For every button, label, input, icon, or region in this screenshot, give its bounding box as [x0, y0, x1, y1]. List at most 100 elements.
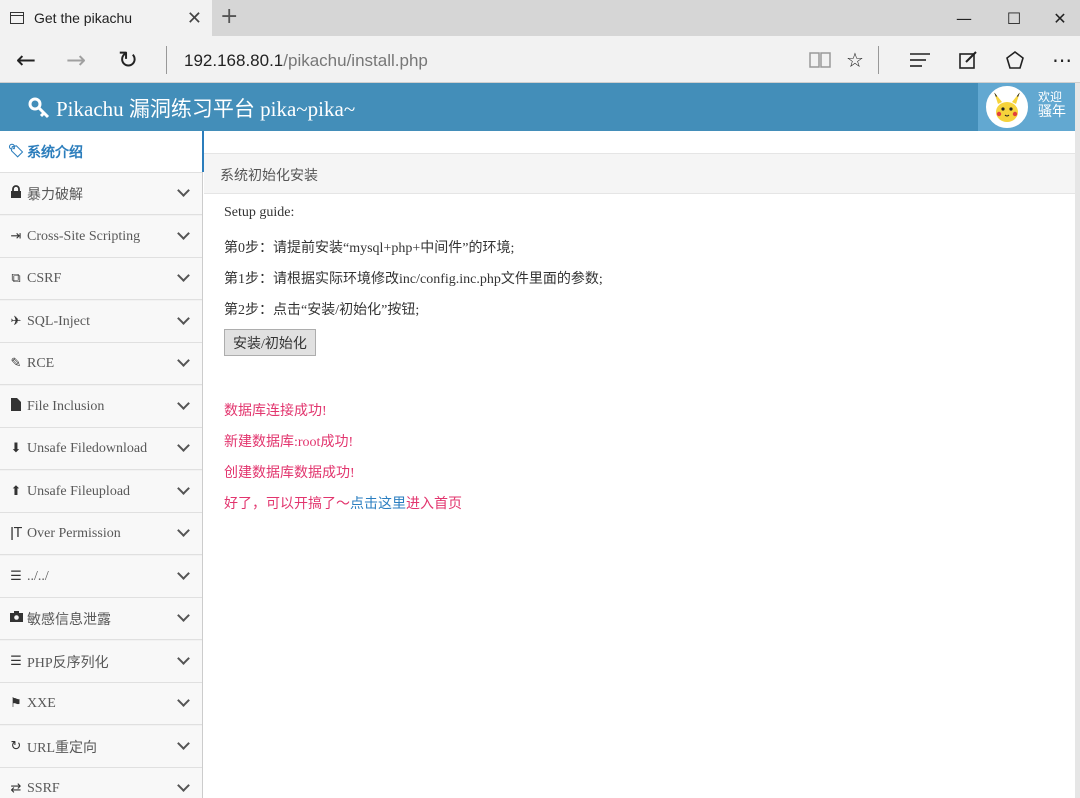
chevron-down-icon [177, 227, 190, 240]
site-title[interactable]: Pikachu 漏洞练习平台 pika~pika~ [28, 93, 355, 123]
setup-step-1: 第1步：请根据实际环境修改inc/config.inc.php文件里面的参数; [224, 272, 603, 287]
chevron-down-icon [177, 779, 190, 792]
sidebar-item-over-permission[interactable]: ǀT Over Permission [0, 513, 202, 555]
user-menu[interactable]: 欢迎 骚年 [978, 83, 1075, 131]
sidebar-item-php-unserialize[interactable]: ☰ PHP反序列化 [0, 641, 202, 683]
minimize-icon[interactable]: — [940, 0, 988, 36]
download-circle-icon: ⬇ [10, 441, 22, 456]
chevron-down-icon [177, 184, 190, 197]
upload-circle-icon: ⬆ [10, 484, 22, 499]
breadcrumb: 系统初始化安装 [204, 153, 1075, 194]
address-toolbar: ← → ↻ 192.168.80.1/pikachu/install.php ☆… [0, 36, 1080, 83]
url-host: 192.168.80.1 [184, 51, 284, 70]
sidebar-item-url-redirect[interactable]: ↻ URL重定向 [0, 726, 202, 768]
chevron-down-icon [177, 524, 190, 537]
site-header: Pikachu 漏洞练习平台 pika~pika~ 欢迎 骚年 [0, 83, 1075, 131]
chevron-down-icon [177, 354, 190, 367]
forward-arrow-icon[interactable]: → [52, 36, 100, 83]
sidebar-item-label: RCE [27, 355, 55, 371]
close-tab-icon[interactable]: ✕ [187, 8, 202, 29]
breadcrumb-text: 系统初始化安装 [220, 169, 318, 184]
align-justify-icon: ☰ [10, 654, 22, 669]
chevron-down-icon [177, 694, 190, 707]
db-create-message: 新建数据库:root成功! [224, 435, 354, 450]
sidebar-item-dir-traversal[interactable]: ☰ ../../ [0, 556, 202, 598]
sidebar-item-rce[interactable]: ✎ RCE [0, 343, 202, 385]
refresh-icon: ↻ [10, 739, 22, 754]
ready-suffix: 进入首页 [406, 497, 462, 512]
setup-step-2: 第2步：点击“安装/初始化”按钮; [224, 303, 420, 318]
chevron-down-icon [177, 269, 190, 282]
sidebar-item-label: ../../ [27, 568, 49, 584]
toolbar-divider [878, 46, 879, 74]
chevron-down-icon [177, 439, 190, 452]
hub-icon[interactable] [900, 36, 940, 83]
camera-icon [7, 611, 25, 626]
sidebar-item-label: SQL-Inject [27, 313, 90, 329]
share-icon[interactable] [995, 36, 1035, 83]
sidebar-item-xss[interactable]: ⇥ Cross-Site Scripting [0, 216, 202, 258]
tab-page-icon [10, 12, 24, 24]
sidebar-item-label: PHP反序列化 [27, 655, 109, 671]
address-field[interactable]: 192.168.80.1/pikachu/install.php [184, 51, 428, 71]
ready-message: 好了，可以开搞了～点击这里进入首页 [224, 493, 462, 513]
tab-title: Get the pikachu [34, 10, 133, 26]
external-link-icon: ⧉ [11, 271, 21, 286]
browser-tab[interactable]: Get the pikachu ✕ [0, 0, 212, 36]
browser-tab-bar: Get the pikachu ✕ + — ☐ ✕ [0, 0, 1080, 36]
sidebar-item-unsafe-filedownload[interactable]: ⬇ Unsafe Filedownload [0, 428, 202, 470]
address-divider [166, 46, 167, 74]
setup-guide-heading: Setup guide: [224, 205, 295, 220]
fighter-jet-icon: ✈ [10, 314, 22, 329]
chevron-down-icon [177, 482, 190, 495]
pencil-icon: ✎ [10, 356, 22, 371]
web-note-icon[interactable] [948, 36, 988, 83]
home-link[interactable]: 点击这里 [350, 497, 406, 512]
sidebar-item-sql-inject[interactable]: ✈ SQL-Inject [0, 301, 202, 343]
chevron-down-icon [177, 567, 190, 580]
install-button[interactable]: 安装/初始化 [224, 329, 316, 356]
username: 骚年 [1038, 105, 1066, 120]
setup-step-0: 第0步：请提前安装“mysql+php+中间件”的环境; [224, 241, 515, 256]
db-data-message: 创建数据库数据成功! [224, 466, 355, 481]
sidebar-item-info-leak[interactable]: 敏感信息泄露 [0, 598, 202, 640]
welcome-text: 欢迎 骚年 [1038, 90, 1066, 122]
chevron-down-icon [177, 609, 190, 622]
more-options-icon[interactable]: ⋯ [1042, 36, 1080, 83]
list-indent-icon: ⇥ [10, 229, 22, 244]
sidebar-item-label: 暴力破解 [27, 187, 83, 203]
text-height-icon: ǀT [10, 526, 22, 541]
chevron-down-icon [177, 737, 190, 750]
page-scrollbar[interactable] [1075, 83, 1080, 798]
sidebar-item-file-inclusion[interactable]: File Inclusion [0, 386, 202, 428]
sidebar: 🏷 系统介绍 暴力破解 ⇥ Cross-Site Scripting ⧉ CSR… [0, 131, 204, 798]
window-close-icon[interactable]: ✕ [1036, 0, 1080, 36]
sidebar-item-label: XXE [27, 695, 56, 711]
sidebar-item-intro[interactable]: 🏷 系统介绍 [0, 131, 204, 173]
sidebar-item-label: 敏感信息泄露 [27, 612, 111, 628]
new-tab-icon[interactable]: + [220, 4, 238, 29]
sidebar-item-unsafe-fileupload[interactable]: ⬆ Unsafe Fileupload [0, 471, 202, 513]
back-arrow-icon[interactable]: ← [2, 36, 50, 83]
reading-view-icon[interactable] [800, 36, 840, 83]
sidebar-item-label: Unsafe Fileupload [27, 483, 131, 499]
sidebar-item-label: File Inclusion [27, 398, 105, 414]
favorite-star-icon[interactable]: ☆ [835, 36, 875, 83]
sidebar-item-ssrf[interactable]: ⇄ SSRF [0, 768, 202, 798]
sidebar-item-brute-force[interactable]: 暴力破解 [0, 173, 202, 215]
refresh-icon[interactable]: ↻ [104, 36, 152, 83]
sidebar-item-csrf[interactable]: ⧉ CSRF [0, 258, 202, 300]
chevron-down-icon [177, 397, 190, 410]
sidebar-item-label: SSRF [27, 780, 60, 796]
sidebar-item-label: URL重定向 [27, 740, 97, 756]
align-left-icon: ☰ [10, 569, 22, 584]
maximize-icon[interactable]: ☐ [990, 0, 1038, 36]
exchange-icon: ⇄ [10, 781, 22, 796]
chevron-down-icon [177, 652, 190, 665]
sidebar-item-xxe[interactable]: ⚑ XXE [0, 683, 202, 725]
file-icon [7, 398, 25, 415]
db-connect-message: 数据库连接成功! [224, 404, 327, 419]
sidebar-item-label: Over Permission [27, 525, 121, 541]
chevron-down-icon [177, 312, 190, 325]
flag-icon: ⚑ [10, 696, 22, 711]
